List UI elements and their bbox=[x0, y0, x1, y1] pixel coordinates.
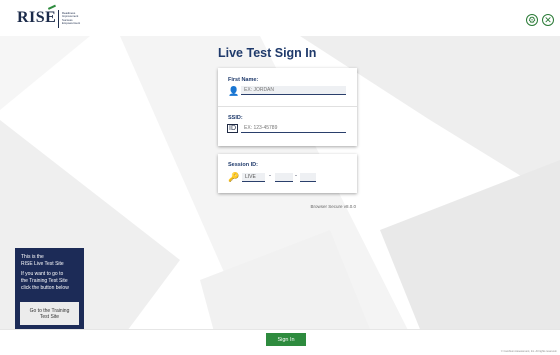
card-divider bbox=[218, 106, 357, 107]
session-separator: - bbox=[269, 173, 271, 179]
copyright-text: © Cambium Assessment, Inc. All rights re… bbox=[500, 350, 557, 353]
panel-line: This is the bbox=[21, 254, 44, 260]
session-id-part3-input[interactable] bbox=[300, 173, 316, 182]
training-site-button[interactable]: Go to the Training Test Site bbox=[20, 302, 79, 325]
ssid-input[interactable] bbox=[241, 124, 346, 133]
logo-checkmark bbox=[47, 4, 59, 15]
gear-icon: ⚙ bbox=[527, 14, 537, 25]
first-name-input[interactable] bbox=[241, 86, 346, 95]
session-card: Session ID: 🔑 - - bbox=[218, 154, 357, 193]
panel-line: RISE Live Test Site bbox=[21, 261, 64, 267]
browser-version: Browser Secure v8.0.0 bbox=[310, 204, 356, 209]
logo-divider bbox=[58, 10, 59, 28]
header-bar: RISE Readiness Improvement Success Empow… bbox=[0, 0, 560, 36]
session-id-part2-input[interactable] bbox=[275, 173, 293, 182]
panel-line: If you want to go to bbox=[21, 271, 64, 277]
session-id-prefix-input[interactable] bbox=[242, 173, 265, 182]
page-title: Live Test Sign In bbox=[218, 46, 317, 60]
logo-subtitle: Readiness Improvement Success Empowermen… bbox=[62, 11, 81, 25]
panel-line: click the button below bbox=[21, 285, 69, 291]
sign-in-button[interactable]: Sign In bbox=[266, 333, 306, 346]
first-name-label: First Name: bbox=[228, 77, 259, 83]
training-button-label: Test Site bbox=[39, 313, 60, 320]
id-card-icon: ID bbox=[227, 124, 238, 133]
person-icon: 👤 bbox=[228, 86, 240, 96]
panel-line: the Training Test Site bbox=[21, 278, 68, 284]
close-button[interactable]: ✕ bbox=[542, 14, 554, 26]
identity-card: First Name: 👤 SSID: ID bbox=[218, 68, 357, 146]
session-id-label: Session ID: bbox=[228, 162, 258, 168]
settings-button[interactable]: ⚙ bbox=[526, 14, 538, 26]
key-icon: 🔑 bbox=[228, 172, 240, 182]
close-icon: ✕ bbox=[544, 14, 552, 25]
ssid-label: SSID: bbox=[228, 115, 243, 121]
session-separator: - bbox=[295, 173, 297, 179]
